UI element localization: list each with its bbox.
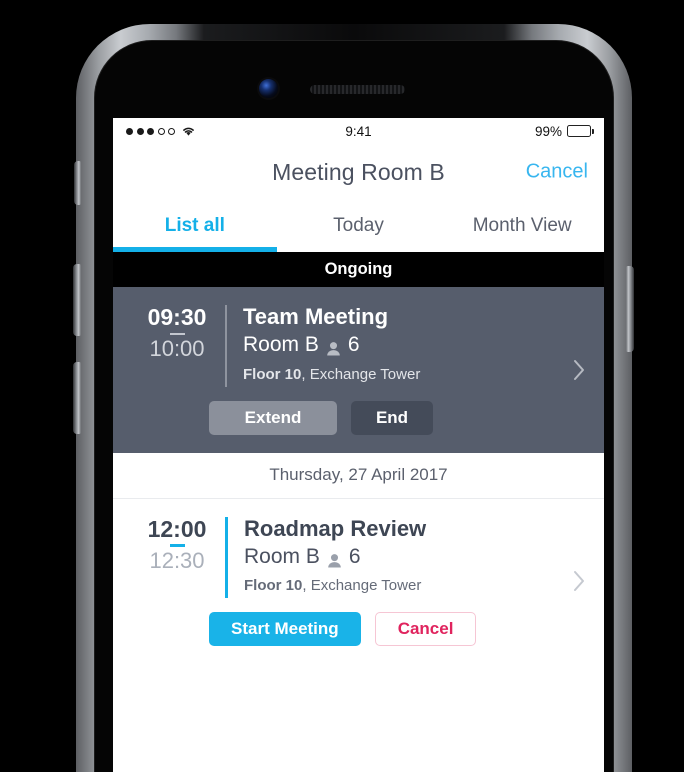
navigation-bar: Meeting Room B Cancel <box>113 144 604 200</box>
meeting-start-time: 09:30 <box>147 304 207 330</box>
meeting-attendee-count: 6 <box>347 333 360 357</box>
person-icon <box>327 549 342 568</box>
meeting-start-time: 12:00 <box>147 515 207 542</box>
time-separator-dash <box>169 332 185 336</box>
volume-down-button[interactable] <box>73 362 81 434</box>
meeting-accent-line <box>225 305 227 387</box>
nav-cancel-button[interactable]: Cancel <box>526 161 588 184</box>
status-bar-clock: 9:41 <box>345 123 372 139</box>
meeting-floor: Floor 10 <box>243 365 302 383</box>
tab-month-view[interactable]: Month View <box>440 200 604 252</box>
volume-up-button[interactable] <box>73 264 81 336</box>
meeting-room-row: Room B 6 <box>244 543 586 571</box>
start-meeting-button[interactable]: Start Meeting <box>209 612 361 646</box>
end-meeting-button[interactable]: End <box>351 400 433 435</box>
cancel-meeting-button[interactable]: Cancel <box>374 612 477 646</box>
tab-bar: List all Today Month View <box>113 200 604 252</box>
tab-today[interactable]: Today <box>277 200 441 252</box>
meeting-room-row: Room B 6 <box>243 331 586 359</box>
person-icon <box>326 337 341 356</box>
meeting-time-column: 12:00 12:30 <box>131 515 223 599</box>
screenshot-root: 9:41 99% Meeting Room B Cancel List all … <box>0 0 684 772</box>
date-divider: Thursday, 27 April 2017 <box>113 452 604 499</box>
mute-switch-button[interactable] <box>74 161 81 205</box>
meeting-title: Roadmap Review <box>244 515 427 541</box>
power-button[interactable] <box>626 266 634 352</box>
meeting-info: Team Meeting Room B 6 Floor 10, Exchange <box>243 303 586 387</box>
meeting-card-body: 09:30 10:00 Team Meeting Room B 6 Floor … <box>113 303 604 387</box>
meeting-room-name: Room B <box>244 544 320 568</box>
tab-list-all[interactable]: List all <box>113 200 277 252</box>
meeting-card-ongoing[interactable]: 09:30 10:00 Team Meeting Room B 6 Floor … <box>113 287 604 453</box>
chevron-right-icon[interactable] <box>573 570 586 592</box>
battery-percent-label: 99% <box>534 123 562 139</box>
extend-meeting-button[interactable]: Extend <box>209 400 337 435</box>
battery-icon <box>567 125 594 137</box>
earpiece-speaker-icon <box>310 85 405 94</box>
meeting-building: , Exchange Tower <box>301 365 421 383</box>
meeting-location: Floor 10, Exchange Tower <box>244 574 586 598</box>
meeting-attendee-count: 6 <box>348 544 361 568</box>
front-camera-icon <box>259 79 278 98</box>
time-separator-dash <box>169 544 185 547</box>
meeting-card-upcoming[interactable]: 12:00 12:30 Roadmap Review Room B 6 Floo… <box>113 498 604 664</box>
meeting-actions-upcoming: Start Meeting Cancel <box>113 598 604 646</box>
tab-active-indicator <box>113 247 277 252</box>
meeting-floor: Floor 10 <box>244 577 303 594</box>
section-header-ongoing: Ongoing <box>113 252 604 287</box>
meeting-end-time: 12:30 <box>149 547 205 573</box>
meeting-actions-ongoing: Extend End <box>113 387 604 435</box>
status-bar: 9:41 99% <box>113 118 604 144</box>
phone-screen: 9:41 99% Meeting Room B Cancel List all … <box>113 118 604 772</box>
meeting-accent-line <box>225 516 228 598</box>
page-title: Meeting Room B <box>272 158 445 185</box>
meeting-building: , Exchange Tower <box>302 577 422 594</box>
chevron-right-icon[interactable] <box>573 359 586 381</box>
meeting-card-body: 12:00 12:30 Roadmap Review Room B 6 Floo… <box>113 515 604 599</box>
meeting-end-time: 10:00 <box>149 336 205 362</box>
meeting-location: Floor 10, Exchange Tower <box>243 363 586 387</box>
status-bar-right: 99% <box>534 123 594 139</box>
meeting-room-name: Room B <box>243 333 319 357</box>
meeting-time-column: 09:30 10:00 <box>131 303 223 387</box>
meeting-info: Roadmap Review Room B 6 Floor 10, Exchan… <box>244 515 586 599</box>
meeting-title: Team Meeting <box>243 304 389 329</box>
